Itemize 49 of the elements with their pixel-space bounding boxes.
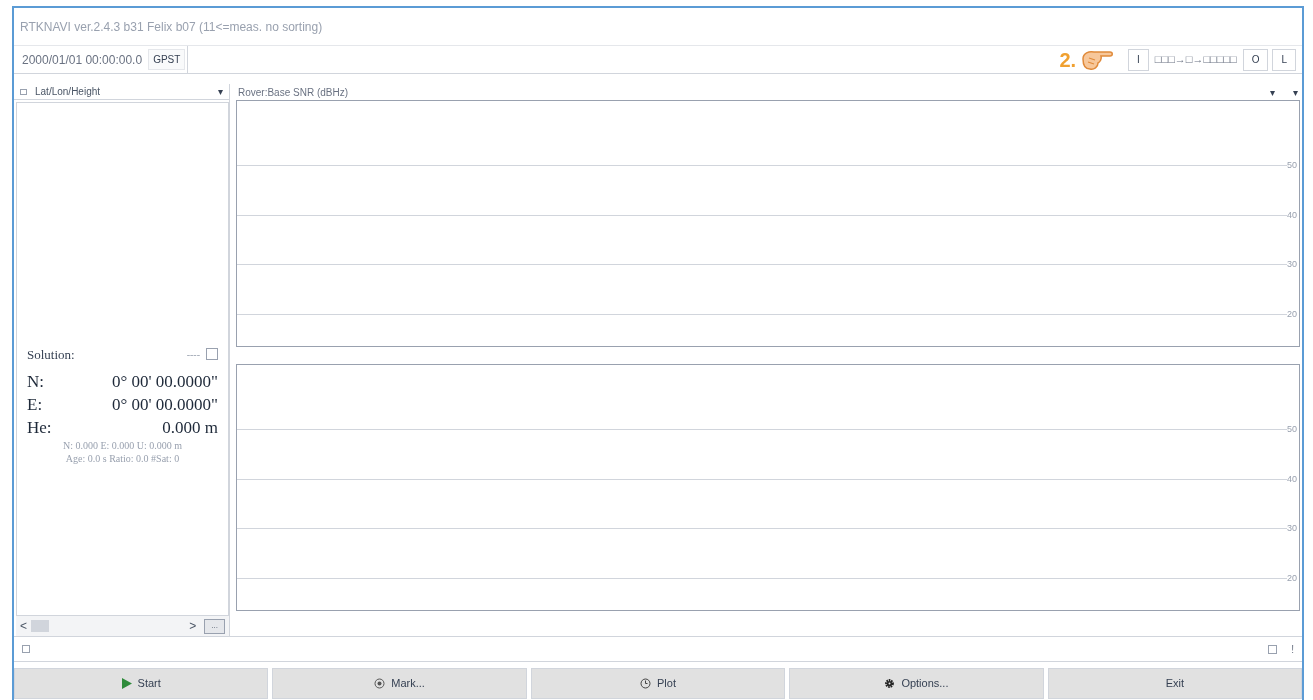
coordinate-label: E: bbox=[27, 393, 44, 416]
status-checkbox[interactable] bbox=[22, 645, 30, 653]
scroll-left-button[interactable]: < bbox=[20, 617, 27, 635]
window-icon[interactable] bbox=[1268, 644, 1278, 654]
coordinate-value: 0° 00' 00.0000" bbox=[111, 370, 218, 393]
play-icon bbox=[121, 678, 132, 689]
solution-label: Solution: bbox=[27, 345, 76, 364]
tick-label: 50 bbox=[1287, 423, 1298, 436]
more-button[interactable]: ... bbox=[204, 618, 225, 634]
tick-label: 20 bbox=[1287, 307, 1298, 321]
time-text: 2000/01/01 00:00:00.0 bbox=[22, 51, 143, 69]
dropdown-caret[interactable]: ▾ bbox=[218, 84, 223, 99]
plot-button[interactable]: Plot bbox=[530, 668, 786, 699]
info-mark: ! bbox=[1291, 642, 1294, 657]
settings-icon bbox=[884, 678, 896, 689]
status-text: □□□→□→□□□□□ bbox=[1153, 52, 1238, 68]
toggle-button[interactable]: L bbox=[1272, 48, 1296, 71]
start-button[interactable]: Start bbox=[14, 668, 269, 699]
options-button[interactable]: Options... bbox=[789, 668, 1044, 699]
toggle-button[interactable]: I bbox=[1128, 48, 1149, 71]
tick-label: 30 bbox=[1287, 522, 1298, 535]
panel-title: Rover:Base SNR (dBHz) bbox=[238, 85, 350, 100]
annotation-label: 2. bbox=[1059, 47, 1077, 73]
detail-text: N: 0.000 E: 0.000 U: 0.000 m bbox=[61, 439, 184, 452]
coordinate-value: 0° 00' 00.0000" bbox=[111, 393, 218, 416]
tick-label: 40 bbox=[1287, 472, 1298, 486]
mark-button[interactable]: Mark... bbox=[272, 668, 527, 699]
scroll-thumb[interactable] bbox=[31, 620, 49, 632]
exit-button[interactable]: Exit bbox=[1047, 668, 1303, 699]
toggle-button[interactable]: O bbox=[1242, 48, 1269, 71]
window-title: RTKNAVI ver.2.4.3 b31 Felix b07 (11<=meas. no sorting) bbox=[20, 18, 323, 36]
solution-status: ---- bbox=[186, 347, 200, 362]
dropdown-caret[interactable]: ▾ bbox=[1293, 84, 1298, 100]
time-system-button[interactable]: GPST bbox=[148, 49, 186, 70]
tick-label: 50 bbox=[1287, 159, 1298, 172]
coordinate-label: N: bbox=[27, 370, 45, 393]
dropdown-caret[interactable]: ▾ bbox=[1270, 84, 1275, 100]
tick-label: 20 bbox=[1287, 571, 1298, 585]
coordinate-value: 0.000 m bbox=[162, 416, 218, 439]
target-icon bbox=[374, 678, 386, 689]
scroll-right-button[interactable]: > bbox=[189, 617, 197, 635]
tick-label: 30 bbox=[1287, 258, 1298, 271]
tick-label: 40 bbox=[1287, 208, 1298, 222]
coordinate-label: He: bbox=[27, 416, 53, 439]
panel-title: Lat/Lon/Height bbox=[35, 85, 102, 99]
clock-icon bbox=[640, 678, 652, 689]
solution-checkbox[interactable] bbox=[206, 348, 218, 361]
detail-text: Age: 0.0 s Ratio: 0.0 #Sat: 0 bbox=[64, 452, 181, 465]
panel-icon bbox=[20, 88, 27, 95]
